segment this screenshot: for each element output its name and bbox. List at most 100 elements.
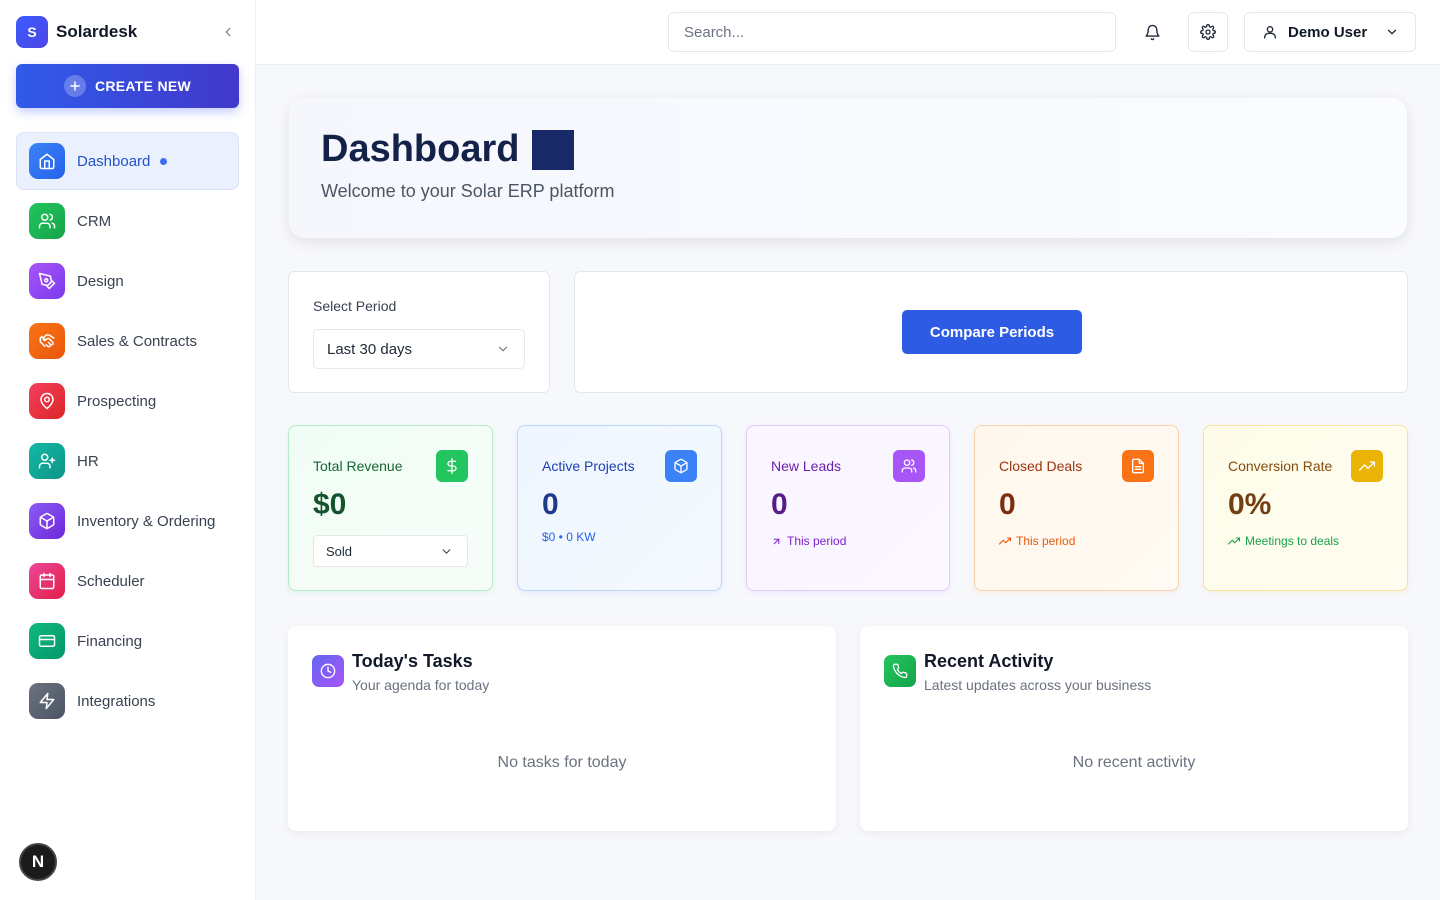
stat-sub: This period — [999, 534, 1075, 548]
handshake-icon — [29, 323, 65, 359]
sidebar-item-label: HR — [77, 452, 99, 470]
chevron-left-icon — [225, 27, 231, 37]
sidebar-item-label: Prospecting — [77, 392, 157, 410]
home-icon — [29, 143, 65, 179]
compare-card: Compare Periods — [574, 271, 1408, 393]
brand-name: Solardesk — [56, 22, 138, 41]
gear-icon — [1200, 24, 1216, 40]
revenue-type-value: Sold — [326, 543, 353, 559]
sidebar-item-financing[interactable]: Financing — [16, 612, 239, 670]
stat-card-active-projects: Active Projects 0 $0 • 0 KW — [517, 425, 722, 591]
period-selector-card: Select Period Last 30 days — [288, 271, 550, 393]
panel-title: Today's Tasks — [352, 651, 473, 671]
period-select[interactable]: Last 30 days — [313, 329, 525, 369]
user-plus-icon — [29, 443, 65, 479]
stat-sub-text: $0 • 0 KW — [542, 530, 596, 544]
sidebar-item-label: Integrations — [77, 692, 156, 710]
search-input[interactable] — [668, 12, 1116, 52]
recent-activity-panel: Recent Activity Latest updates across yo… — [860, 626, 1408, 831]
users-icon — [29, 203, 65, 239]
collapse-sidebar-button[interactable] — [216, 20, 240, 44]
stat-card-total-revenue: Total Revenue $0 Sold — [288, 425, 493, 591]
trending-up-icon — [1228, 537, 1240, 545]
page-title-row: Dashboard — [321, 128, 575, 171]
phone-icon — [884, 655, 916, 687]
brand: S Solardesk — [16, 16, 240, 48]
sidebar-item-design[interactable]: Design — [16, 252, 239, 310]
settings-button[interactable] — [1188, 12, 1228, 52]
stat-title: Closed Deals — [999, 458, 1083, 474]
period-label: Select Period — [313, 298, 397, 314]
sidebar-item-label: Financing — [77, 632, 143, 650]
stat-sub-text: This period — [787, 534, 847, 548]
users-icon — [893, 450, 925, 482]
sidebar-item-label: Inventory & Ordering — [77, 512, 216, 530]
sidebar-item-label: Design — [77, 272, 124, 290]
brand-logo: S — [16, 16, 48, 48]
stat-title: Conversion Rate — [1228, 458, 1333, 474]
stat-value: 0% — [1228, 488, 1272, 521]
clock-icon — [312, 655, 344, 687]
plus-icon — [63, 75, 86, 97]
stat-sub: $0 • 0 KW — [542, 530, 596, 544]
stat-value: 0 — [771, 488, 788, 521]
chevron-down-icon — [440, 545, 453, 558]
zap-icon — [29, 683, 65, 719]
stat-card-closed-deals: Closed Deals 0 This period — [974, 425, 1179, 591]
sidebar: S Solardesk CREATE NEW Dashboard CRM Des… — [0, 0, 256, 900]
user-menu-button[interactable]: Demo User — [1244, 12, 1416, 52]
stat-value: 0 — [999, 488, 1016, 521]
trending-up-icon — [1351, 450, 1383, 482]
sidebar-nav: Dashboard CRM Design Sales & Contracts P… — [16, 132, 239, 732]
bell-icon — [1144, 24, 1160, 40]
create-new-label: CREATE NEW — [94, 78, 192, 94]
stat-title: Total Revenue — [313, 458, 403, 474]
next-badge[interactable]: N — [19, 843, 57, 881]
chevron-down-icon — [496, 342, 510, 356]
stat-value: 0 — [542, 488, 559, 521]
sidebar-item-label: Dashboard — [77, 152, 151, 170]
panel-subtitle: Latest updates across your business — [924, 677, 1152, 693]
compare-periods-button[interactable]: Compare Periods — [902, 310, 1082, 354]
welcome-banner: Dashboard Welcome to your Solar ERP plat… — [289, 98, 1407, 238]
panel-subtitle: Your agenda for today — [352, 677, 490, 693]
todays-tasks-panel: Today's Tasks Your agenda for today No t… — [288, 626, 836, 831]
pen-tool-icon — [29, 263, 65, 299]
trending-up-icon — [999, 537, 1011, 545]
period-select-value: Last 30 days — [327, 340, 413, 358]
user-icon — [1264, 26, 1276, 39]
user-name: Demo User — [1288, 23, 1368, 41]
sidebar-item-integrations[interactable]: Integrations — [16, 672, 239, 730]
sidebar-item-label: CRM — [77, 212, 112, 230]
stat-value: $0 — [313, 488, 347, 521]
sidebar-item-inventory-ordering[interactable]: Inventory & Ordering — [16, 492, 239, 550]
stat-title: New Leads — [771, 458, 842, 474]
sidebar-item-label: Scheduler — [77, 572, 145, 590]
topbar: Demo User — [256, 0, 1440, 65]
sidebar-item-sales-contracts[interactable]: Sales & Contracts — [16, 312, 239, 370]
sidebar-item-scheduler[interactable]: Scheduler — [16, 552, 239, 610]
arrow-up-right-icon — [773, 538, 780, 544]
package-icon — [29, 503, 65, 539]
empty-state: No tasks for today — [497, 754, 627, 771]
credit-card-icon — [29, 623, 65, 659]
title-decoration — [532, 129, 575, 170]
package-icon — [665, 450, 697, 482]
stat-card-conversion-rate: Conversion Rate 0% Meetings to deals — [1203, 425, 1408, 591]
sidebar-item-dashboard[interactable]: Dashboard — [16, 132, 239, 190]
dollar-icon — [436, 450, 468, 482]
page-title: Dashboard — [321, 128, 520, 170]
sidebar-item-hr[interactable]: HR — [16, 432, 239, 490]
stat-sub: This period — [771, 534, 846, 548]
panel-title: Recent Activity — [924, 651, 1054, 671]
stat-card-new-leads: New Leads 0 This period — [746, 425, 950, 591]
notifications-button[interactable] — [1132, 12, 1172, 52]
page-subtitle: Welcome to your Solar ERP platform — [321, 181, 615, 201]
calendar-icon — [29, 563, 65, 599]
create-new-button[interactable]: CREATE NEW — [16, 64, 239, 108]
sidebar-item-crm[interactable]: CRM — [16, 192, 239, 250]
map-pin-icon — [29, 383, 65, 419]
sidebar-item-prospecting[interactable]: Prospecting — [16, 372, 239, 430]
chevron-down-icon — [1385, 25, 1399, 39]
revenue-type-select[interactable]: Sold — [313, 535, 468, 567]
